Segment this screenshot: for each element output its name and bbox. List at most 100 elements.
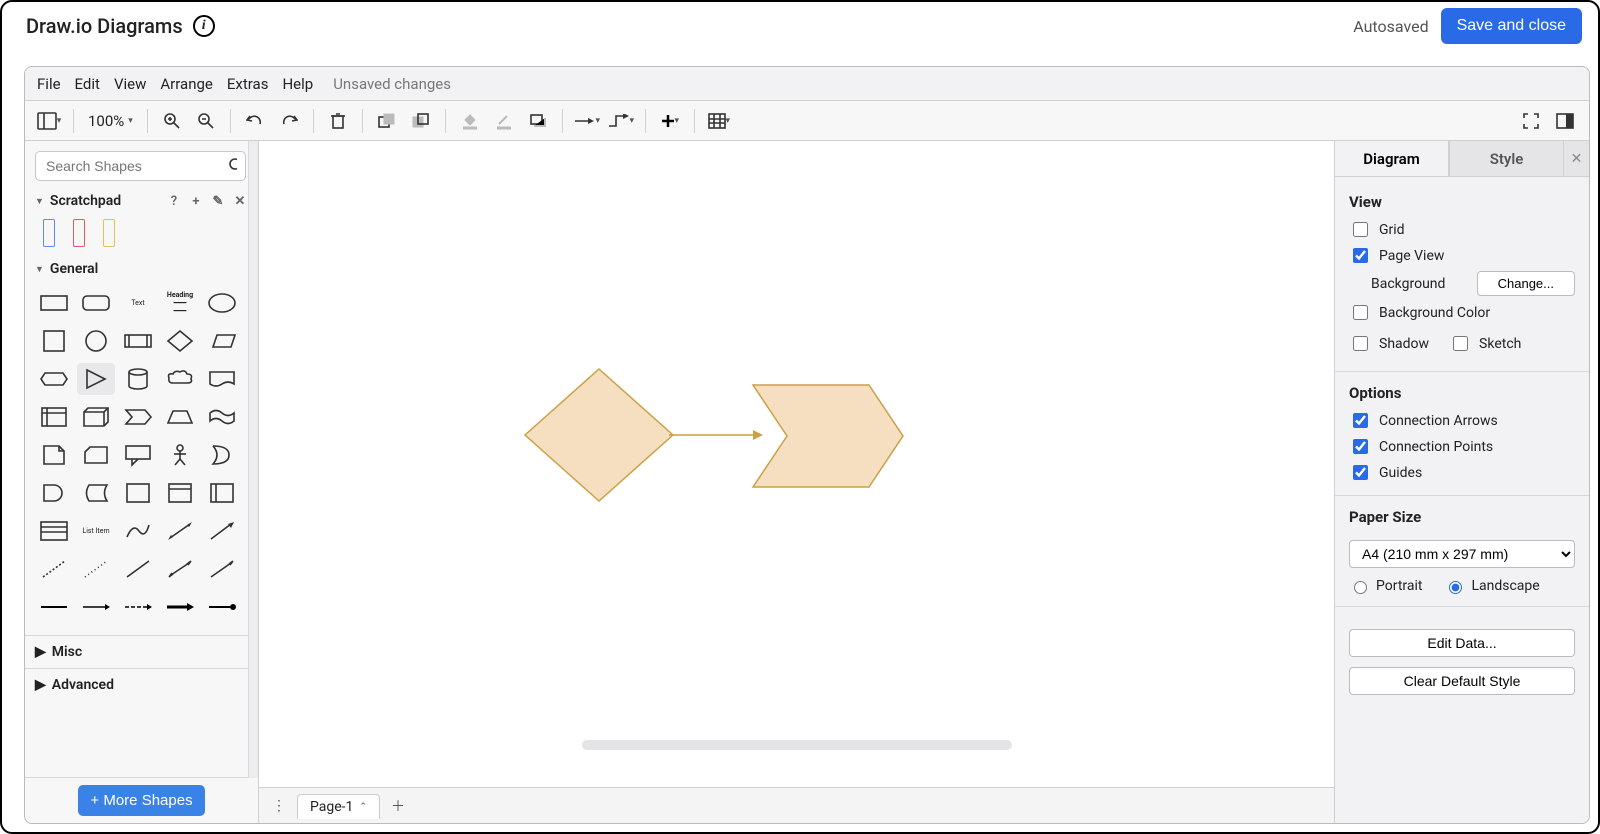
shape-bidirectional-connector[interactable] <box>161 553 199 585</box>
shape-text[interactable]: Text <box>119 287 157 319</box>
shape-directional-connector[interactable] <box>203 553 241 585</box>
bgcolor-checkbox-row[interactable]: Background Color <box>1349 302 1575 323</box>
undo-button[interactable] <box>241 107 269 135</box>
shape-trapezoid[interactable] <box>161 401 199 433</box>
sketch-checkbox-row[interactable]: Sketch <box>1449 333 1521 354</box>
waypoint-style-button[interactable]: ▾ <box>607 107 635 135</box>
scratchpad-edit-icon[interactable]: ✎ <box>210 194 226 209</box>
edit-data-button[interactable]: Edit Data... <box>1349 629 1575 657</box>
insert-button[interactable]: ▾ <box>656 107 684 135</box>
tab-diagram[interactable]: Diagram <box>1335 141 1449 176</box>
canvas-horizontal-scrollbar[interactable] <box>582 740 1012 750</box>
change-background-button[interactable]: Change... <box>1477 271 1575 296</box>
close-panel-icon[interactable]: ✕ <box>1563 141 1589 176</box>
scratchpad-add-icon[interactable]: + <box>188 194 204 209</box>
paper-size-select[interactable]: A4 (210 mm x 297 mm) <box>1349 540 1575 568</box>
shape-bidirectional-arrow[interactable] <box>161 515 199 547</box>
redo-button[interactable] <box>275 107 303 135</box>
shadow-checkbox[interactable] <box>1353 336 1368 351</box>
shape-line[interactable] <box>119 553 157 585</box>
shape-card[interactable] <box>77 439 115 471</box>
save-and-close-button[interactable]: Save and close <box>1441 8 1582 44</box>
fullscreen-button[interactable] <box>1517 107 1545 135</box>
shape-search-input[interactable] <box>44 157 229 175</box>
shape-simple-arrow[interactable] <box>77 591 115 623</box>
zoom-dropdown[interactable]: 100% ▾ <box>84 112 137 130</box>
shape-circle-arrow[interactable] <box>203 591 241 623</box>
tab-style[interactable]: Style <box>1449 141 1563 176</box>
shape-triangle[interactable] <box>77 363 115 395</box>
bgcolor-checkbox[interactable] <box>1353 305 1368 320</box>
scratchpad-header[interactable]: ▼ Scratchpad ? + ✎ ✕ <box>25 189 258 213</box>
shape-callout[interactable] <box>119 439 157 471</box>
sidebar-scrollbar[interactable] <box>248 141 258 778</box>
shape-rectangle[interactable] <box>35 287 73 319</box>
shape-list-item[interactable]: List Item <box>77 515 115 547</box>
scratchpad-close-icon[interactable]: ✕ <box>232 194 248 209</box>
landscape-radio[interactable] <box>1449 581 1462 594</box>
shape-square[interactable] <box>35 325 73 357</box>
portrait-radio[interactable] <box>1354 581 1367 594</box>
conn-arrows-checkbox[interactable] <box>1353 413 1368 428</box>
clear-default-style-button[interactable]: Clear Default Style <box>1349 667 1575 695</box>
shape-document[interactable] <box>203 363 241 395</box>
canvas-step-shape[interactable] <box>749 381 909 491</box>
grid-checkbox-row[interactable]: Grid <box>1349 219 1575 240</box>
pages-menu-button[interactable]: ⋮ <box>267 794 291 818</box>
shape-thick-arrow[interactable] <box>161 591 199 623</box>
pageview-checkbox-row[interactable]: Page View <box>1349 245 1575 266</box>
shape-container-vertical[interactable] <box>203 477 241 509</box>
menu-extras[interactable]: Extras <box>227 75 269 93</box>
canvas-diamond-shape[interactable] <box>519 365 679 505</box>
shape-or[interactable] <box>203 439 241 471</box>
shape-and[interactable] <box>35 477 73 509</box>
shape-thin-arrow[interactable] <box>119 591 157 623</box>
shape-internal-storage[interactable] <box>35 401 73 433</box>
shape-curve[interactable] <box>119 515 157 547</box>
scratch-item-blue[interactable] <box>43 219 55 247</box>
shape-tape[interactable] <box>203 401 241 433</box>
shape-container[interactable] <box>119 477 157 509</box>
scratchpad-help-icon[interactable]: ? <box>166 194 182 209</box>
shadow-button[interactable] <box>524 107 552 135</box>
advanced-section-header[interactable]: ▶Advanced <box>25 668 258 701</box>
conn-arrows-row[interactable]: Connection Arrows <box>1349 410 1575 431</box>
shape-cloud[interactable] <box>161 363 199 395</box>
conn-points-row[interactable]: Connection Points <box>1349 436 1575 457</box>
info-icon[interactable]: i <box>193 15 215 37</box>
shape-cube[interactable] <box>77 401 115 433</box>
conn-points-checkbox[interactable] <box>1353 439 1368 454</box>
shape-cylinder[interactable] <box>119 363 157 395</box>
shadow-checkbox-row[interactable]: Shadow <box>1349 333 1429 354</box>
line-color-button[interactable] <box>490 107 518 135</box>
menu-file[interactable]: File <box>37 75 61 93</box>
menu-arrange[interactable]: Arrange <box>160 75 212 93</box>
menu-view[interactable]: View <box>114 75 146 93</box>
shape-hexagon[interactable] <box>35 363 73 395</box>
shape-link[interactable] <box>35 591 73 623</box>
format-panel-toggle-button[interactable] <box>1551 107 1579 135</box>
connection-style-button[interactable]: ▾ <box>573 107 601 135</box>
to-back-button[interactable] <box>407 107 435 135</box>
shape-list[interactable] <box>35 515 73 547</box>
shape-textbox[interactable]: Heading━━━━━━ <box>161 287 199 319</box>
shape-parallelogram[interactable] <box>203 325 241 357</box>
shape-dashed-line[interactable] <box>35 553 73 585</box>
fill-color-button[interactable] <box>456 107 484 135</box>
shape-diamond[interactable] <box>161 325 199 357</box>
sidebar-toggle-button[interactable]: ▾ <box>35 107 63 135</box>
more-shapes-button[interactable]: + More Shapes <box>78 785 204 816</box>
shape-note[interactable] <box>35 439 73 471</box>
pageview-checkbox[interactable] <box>1353 248 1368 263</box>
grid-checkbox[interactable] <box>1353 222 1368 237</box>
shape-container-header[interactable] <box>161 477 199 509</box>
scratch-item-red[interactable] <box>73 219 85 247</box>
shape-circle[interactable] <box>77 325 115 357</box>
shape-actor[interactable] <box>161 439 199 471</box>
menu-help[interactable]: Help <box>282 75 313 93</box>
page-tab-1[interactable]: Page-1 ⌃ <box>297 794 380 819</box>
landscape-radio-row[interactable]: Landscape <box>1444 578 1539 594</box>
menu-edit[interactable]: Edit <box>75 75 100 93</box>
add-page-button[interactable]: ＋ <box>386 794 410 818</box>
zoom-in-button[interactable] <box>158 107 186 135</box>
